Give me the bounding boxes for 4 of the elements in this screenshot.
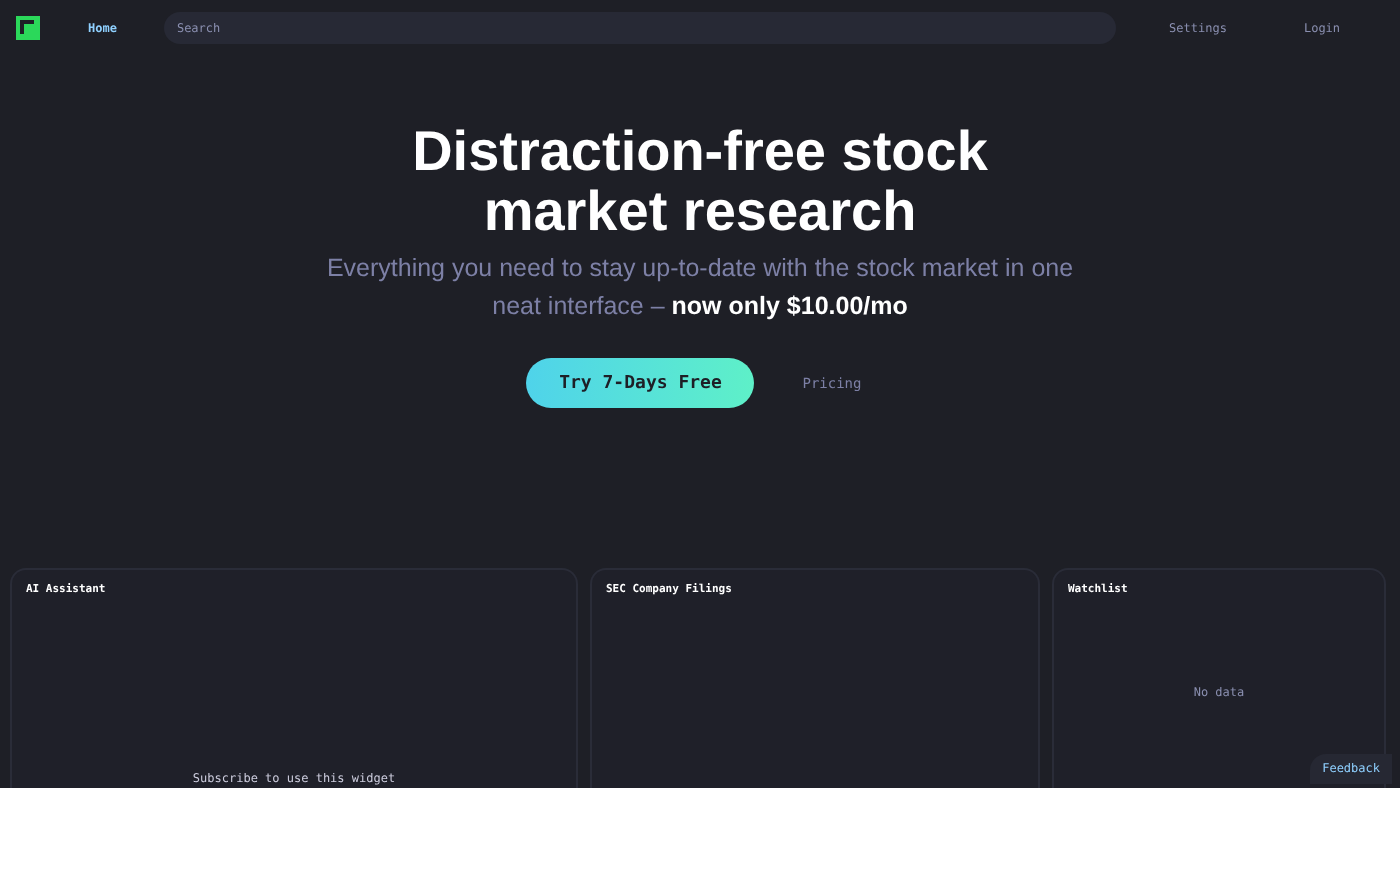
trial-button[interactable]: Try 7-Days Free [526,358,755,408]
hero-title: Distraction-free stock market research [410,122,990,242]
logo-icon [16,16,40,40]
hero-subtitle: Everything you need to stay up-to-date with the stock market in one neat interface – now only $10.00/mo [324,252,1076,324]
